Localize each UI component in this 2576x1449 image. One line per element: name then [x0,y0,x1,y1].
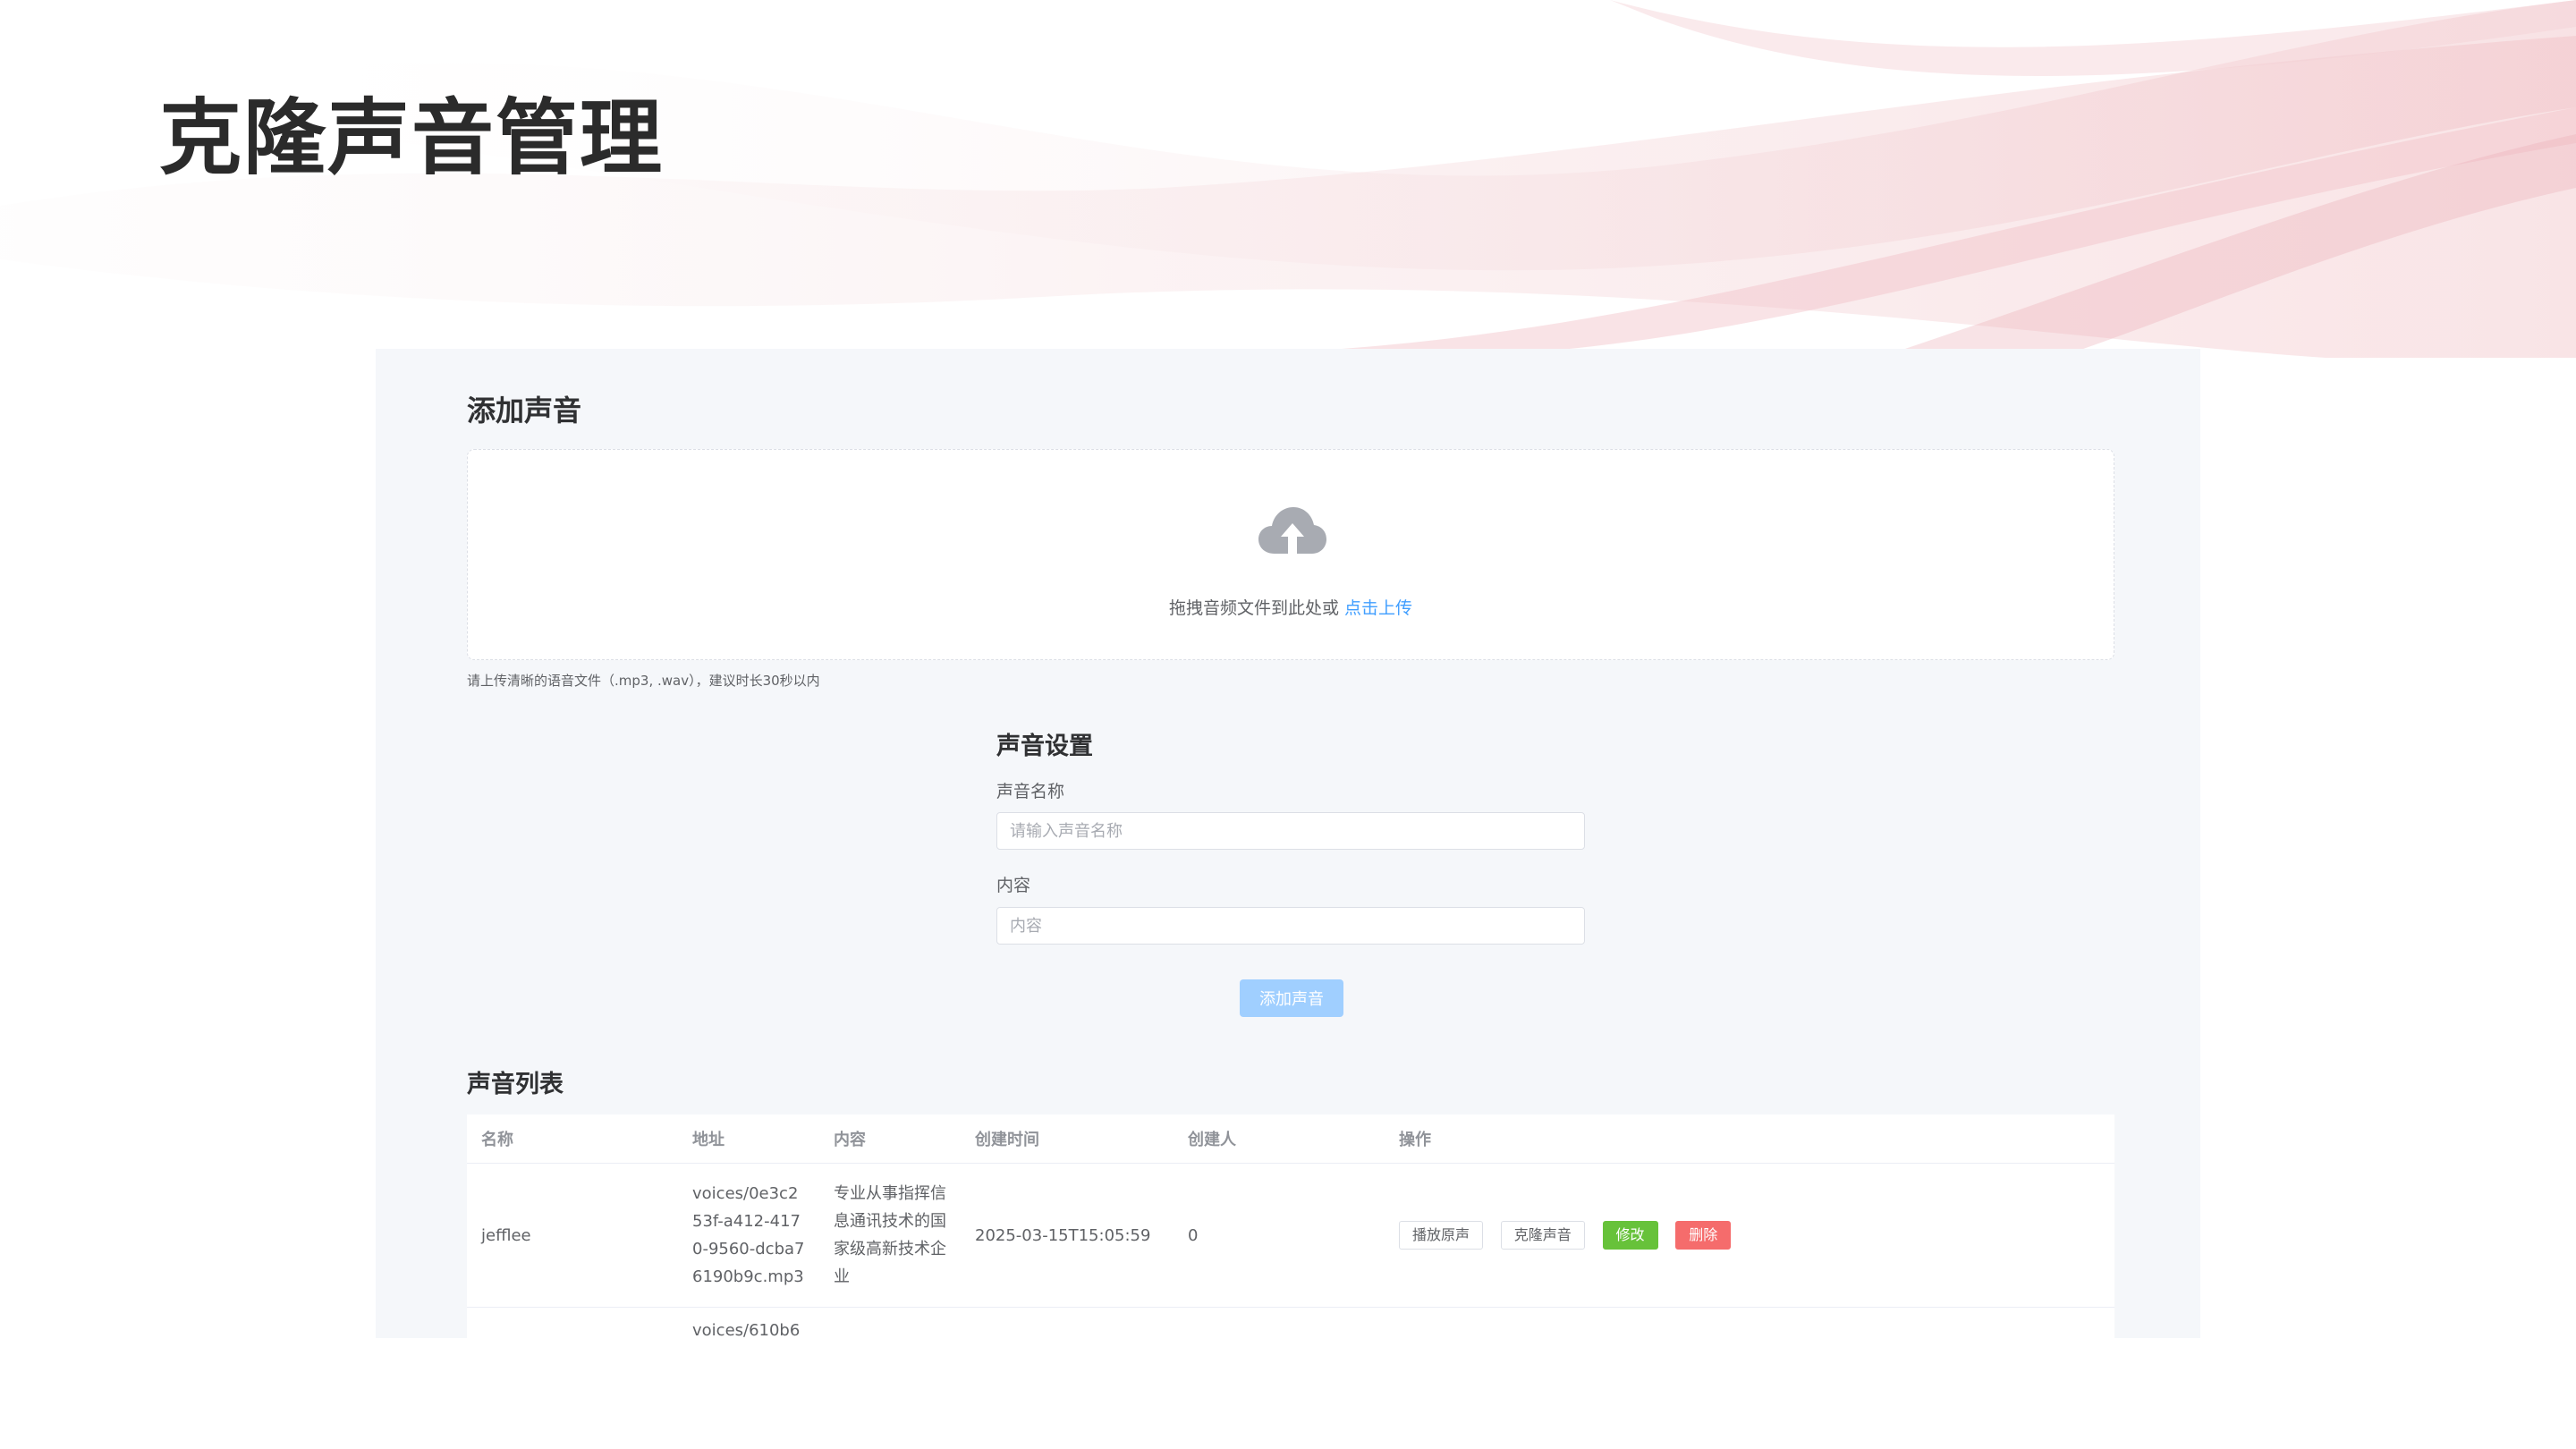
table-row: voices/610b6d [467,1307,2114,1338]
voice-settings-title: 声音设置 [996,733,1093,760]
column-header-content: 内容 [819,1114,961,1164]
cell-actions: 播放原声 克隆声音 修改 删除 [1385,1163,2114,1308]
click-upload-link[interactable]: 点击上传 [1344,598,1412,618]
table-row: jefflee voices/0e3c253f-a412-4170-9560-d… [467,1163,2114,1308]
cell-address: voices/0e3c253f-a412-4170-9560-dcba76190… [678,1163,819,1308]
upload-tip: 请上传清晰的语音文件（.mp3, .wav），建议时长30秒以内 [467,673,820,689]
edit-button[interactable]: 修改 [1602,1221,1658,1250]
voice-management-panel: 添加声音 拖拽音频文件到此处或 点击上传 请上传清晰的语音文件（.mp3, .w… [376,349,2200,1338]
clone-voice-button[interactable]: 克隆声音 [1500,1221,1585,1250]
cell-content: 专业从事指挥信息通讯技术的国家级高新技术企业 [819,1163,961,1308]
cell-created-at [961,1307,1174,1338]
content-input[interactable] [996,907,1585,945]
upload-dropzone[interactable]: 拖拽音频文件到此处或 点击上传 [467,449,2114,660]
dropzone-text: 拖拽音频文件到此处或 点击上传 [468,595,2114,619]
column-header-creator: 创建人 [1174,1114,1385,1164]
add-voice-section-title: 添加声音 [467,394,582,428]
upload-cloud-icon [1258,507,1326,554]
voice-name-label: 声音名称 [996,782,1065,801]
delete-button[interactable]: 删除 [1675,1221,1732,1250]
slide-title: 克隆声音管理 [159,90,665,186]
cell-name: jefflee [467,1163,678,1308]
cell-created-at: 2025-03-15T15:05:59 [961,1163,1174,1308]
content-label: 内容 [996,876,1031,895]
cell-address: voices/610b6d [678,1307,819,1338]
play-original-button[interactable]: 播放原声 [1399,1221,1484,1250]
voice-name-input[interactable] [996,812,1585,850]
cell-creator: 0 [1174,1163,1385,1308]
column-header-name: 名称 [467,1114,678,1164]
column-header-address: 地址 [678,1114,819,1164]
drop-instruction: 拖拽音频文件到此处或 [1168,598,1339,618]
cell-content [819,1307,961,1338]
voice-table: 名称 地址 内容 创建时间 创建人 操作 jefflee voices/0e3c… [467,1114,2114,1338]
column-header-actions: 操作 [1385,1114,2114,1164]
column-header-created-at: 创建时间 [961,1114,1174,1164]
cell-name [467,1307,678,1338]
cell-creator [1174,1307,1385,1338]
cell-actions [1385,1307,2114,1338]
table-header-row: 名称 地址 内容 创建时间 创建人 操作 [467,1114,2114,1164]
add-voice-button[interactable]: 添加声音 [1240,979,1343,1017]
voice-list-title: 声音列表 [467,1071,564,1098]
